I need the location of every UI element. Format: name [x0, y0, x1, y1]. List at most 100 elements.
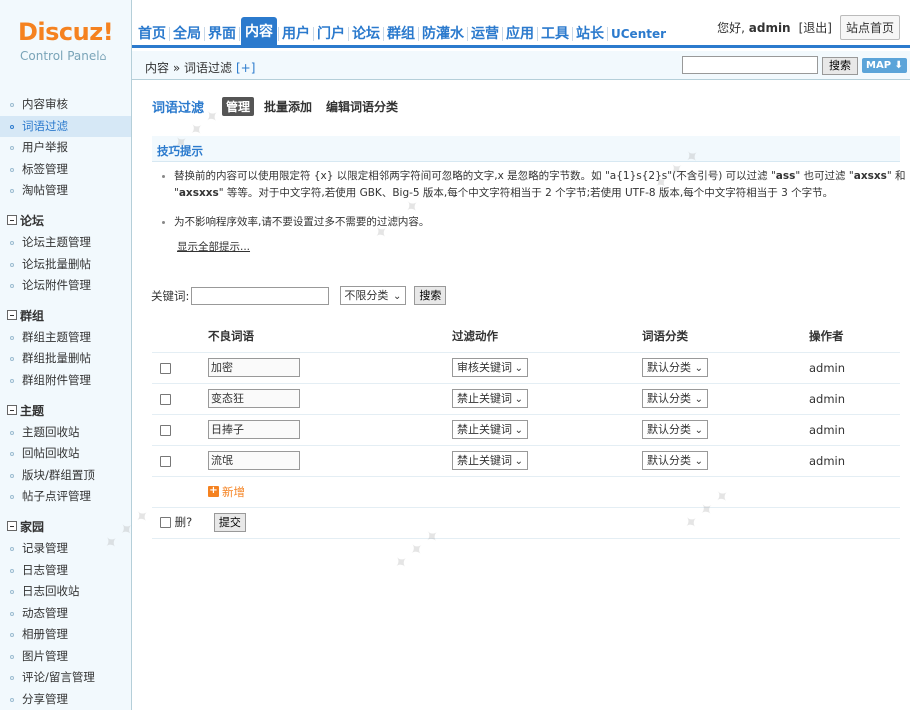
nav-separator: [278, 27, 279, 41]
add-icon: +: [208, 485, 219, 497]
bullet-icon: [10, 103, 14, 107]
col-word: 不良词语: [208, 320, 452, 353]
sidebar-item[interactable]: 标签管理: [0, 159, 131, 181]
row-checkbox[interactable]: [160, 393, 171, 405]
delete-all-checkbox[interactable]: [160, 517, 171, 528]
row-checkbox[interactable]: [160, 362, 171, 374]
sidebar-item[interactable]: 评论/留言管理: [0, 667, 131, 689]
bullet-icon: [10, 430, 14, 435]
nav-item[interactable]: 门户: [315, 21, 347, 48]
nav-item[interactable]: 站长: [574, 21, 606, 48]
keyword-input[interactable]: [191, 286, 330, 305]
sidebar-item[interactable]: 记录管理: [0, 538, 131, 560]
table-header-row: 不良词语 过滤动作 词语分类 操作者: [152, 320, 900, 353]
action-select[interactable]: 禁止关键词 ⌄: [452, 420, 528, 439]
category-select[interactable]: 不限分类 ⌄: [340, 286, 407, 305]
sub-bar: 内容 » 词语过滤 [+] 搜索 MAP ⬇: [132, 51, 910, 80]
sidebar-item[interactable]: 群组批量删帖: [0, 348, 131, 370]
chevron-down-icon: ⌄: [694, 363, 703, 374]
bullet-icon: [10, 676, 14, 681]
nav-item[interactable]: 工具: [539, 21, 571, 48]
word-category-select[interactable]: 默认分类 ⌄: [642, 358, 708, 377]
nav-item[interactable]: UCenter: [609, 21, 668, 48]
row-checkbox[interactable]: [160, 424, 171, 436]
sidebar-item[interactable]: 论坛附件管理: [0, 275, 131, 297]
sidebar-group[interactable]: 群组: [0, 305, 131, 327]
sidebar-item[interactable]: 主题回收站: [0, 422, 131, 444]
sidebar-group[interactable]: 主题: [0, 400, 131, 422]
word-category-select[interactable]: 默认分类 ⌄: [642, 389, 708, 408]
sidebar-item[interactable]: 内容审核: [0, 94, 131, 116]
nav-item[interactable]: 首页: [136, 21, 168, 48]
bullet-icon: [10, 335, 14, 340]
nav-item[interactable]: 论坛: [350, 21, 382, 48]
sidebar-item-label: 论坛附件管理: [22, 278, 91, 293]
sidebar-group[interactable]: 论坛: [0, 210, 131, 232]
table-row: 变态狂 禁止关键词 ⌄ 默认分类 ⌄ admin: [152, 383, 900, 415]
word-input[interactable]: 变态狂: [208, 389, 300, 408]
sidebar-item[interactable]: 群组主题管理: [0, 327, 131, 349]
logo[interactable]: Discuz! Control Panel⌂: [0, 0, 132, 80]
submit-button[interactable]: 提交: [213, 513, 246, 532]
bullet-icon: [10, 284, 14, 289]
nav-item[interactable]: 运营: [469, 21, 501, 48]
action-select[interactable]: 审核关键词 ⌄: [452, 358, 528, 377]
site-home-button[interactable]: 站点首页: [839, 15, 900, 40]
sidebar-item[interactable]: 日志管理: [0, 560, 131, 582]
show-all-tips-link[interactable]: 显示全部提示...: [177, 239, 907, 256]
sidebar-group-title: 主题: [20, 403, 45, 418]
bullet-icon: [10, 495, 14, 500]
sidebar-group[interactable]: 家园: [0, 516, 131, 538]
collapse-icon: [7, 214, 17, 225]
nav-item[interactable]: 群组: [385, 21, 417, 48]
sidebar-item[interactable]: 版块/群组置顶: [0, 465, 131, 487]
sidebar-item[interactable]: 论坛批量删帖: [0, 254, 131, 276]
sidebar-item[interactable]: 日志回收站: [0, 581, 131, 603]
operator-cell: admin: [809, 414, 900, 446]
nav-item[interactable]: 应用: [504, 21, 536, 48]
nav-item[interactable]: 内容: [241, 17, 277, 48]
add-shortcut-link[interactable]: [+]: [236, 61, 255, 75]
nav-item[interactable]: 界面: [206, 21, 238, 48]
word-category-select[interactable]: 默认分类 ⌄: [642, 451, 708, 470]
sidebar-item[interactable]: 淘帖管理: [0, 180, 131, 202]
nav-item[interactable]: 全局: [171, 21, 203, 48]
logout-link[interactable]: [退出]: [799, 19, 832, 36]
action-select[interactable]: 禁止关键词 ⌄: [452, 451, 528, 470]
word-input[interactable]: 加密: [208, 358, 300, 377]
search-button[interactable]: 搜索: [822, 57, 858, 75]
tab-batch-add[interactable]: 批量添加: [260, 97, 316, 116]
chevron-down-icon: ⌄: [694, 425, 703, 436]
tab-manage[interactable]: 管理: [222, 97, 255, 116]
keyword-search-row: 关键词: 不限分类 ⌄ 搜索: [151, 286, 447, 305]
action-select[interactable]: 禁止关键词 ⌄: [452, 389, 528, 408]
sidebar-item-label: 淘帖管理: [22, 183, 68, 198]
sidebar-item-label: 用户举报: [22, 140, 68, 155]
word-category-select[interactable]: 默认分类 ⌄: [642, 420, 708, 439]
tab-edit-categories[interactable]: 编辑词语分类: [322, 97, 402, 116]
add-word-link[interactable]: 新增: [222, 485, 245, 499]
sidebar-item[interactable]: 回帖回收站: [0, 443, 131, 465]
sidebar-item[interactable]: 分享管理: [0, 689, 131, 710]
nav-item[interactable]: 用户: [280, 21, 312, 48]
sidebar-item[interactable]: 用户举报: [0, 137, 131, 159]
map-button[interactable]: MAP ⬇: [862, 58, 907, 73]
sidebar-item[interactable]: 相册管理: [0, 624, 131, 646]
sidebar-item[interactable]: 群组附件管理: [0, 370, 131, 392]
sidebar-item[interactable]: 词语过滤: [0, 115, 131, 138]
row-checkbox[interactable]: [160, 455, 171, 467]
search-input[interactable]: [682, 56, 818, 74]
sidebar-item[interactable]: 图片管理: [0, 646, 131, 668]
sidebar-item[interactable]: 动态管理: [0, 603, 131, 625]
sidebar-item[interactable]: 论坛主题管理: [0, 232, 131, 254]
chevron-down-icon: ⌄: [514, 363, 523, 374]
word-input[interactable]: 流氓: [208, 451, 300, 470]
keyword-search-button[interactable]: 搜索: [414, 286, 447, 305]
username: admin: [748, 21, 791, 35]
word-input[interactable]: 日捧子: [208, 420, 300, 439]
words-table: 不良词语 过滤动作 词语分类 操作者 加密 审核关键词 ⌄ 默认分类 ⌄ admin 变态狂…: [152, 320, 900, 539]
collapse-icon: [7, 404, 17, 415]
sidebar-item[interactable]: 帖子点评管理: [0, 486, 131, 508]
bullet-icon: [10, 189, 14, 194]
nav-item[interactable]: 防灌水: [420, 21, 466, 48]
